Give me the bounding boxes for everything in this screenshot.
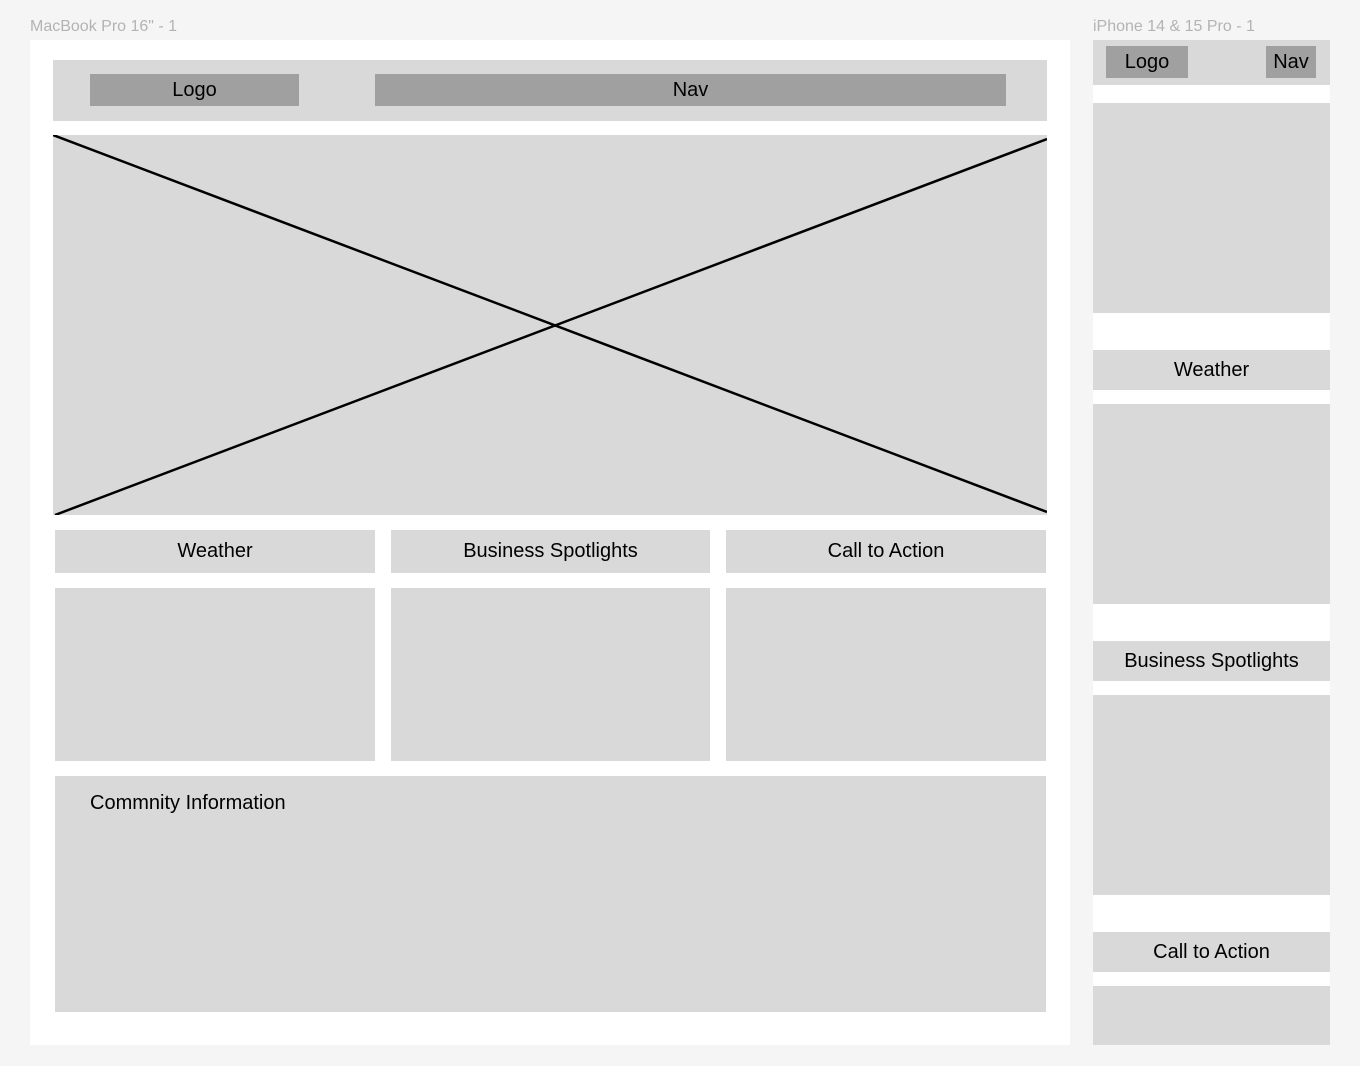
desktop-frame: Logo Nav Weather Business Spotlights Cal… bbox=[30, 40, 1070, 1045]
mobile-call-to-action-title: Call to Action bbox=[1093, 932, 1330, 972]
mobile-nav[interactable]: Nav bbox=[1266, 46, 1316, 78]
desktop-logo[interactable]: Logo bbox=[90, 74, 299, 106]
mobile-business-spotlights-content bbox=[1093, 695, 1330, 895]
desktop-nav[interactable]: Nav bbox=[375, 74, 1006, 106]
mobile-frame-title: iPhone 14 & 15 Pro - 1 bbox=[1093, 18, 1255, 35]
desktop-business-spotlights-title: Business Spotlights bbox=[391, 530, 710, 573]
desktop-weather-title: Weather bbox=[55, 530, 375, 573]
mobile-hero-image-placeholder bbox=[1093, 103, 1330, 313]
mobile-call-to-action-content bbox=[1093, 986, 1330, 1045]
mobile-business-spotlights-title: Business Spotlights bbox=[1093, 641, 1330, 681]
mobile-frame: Logo Nav Weather Business Spotlights Cal… bbox=[1093, 40, 1330, 1045]
desktop-business-spotlights-content bbox=[391, 588, 710, 761]
mobile-weather-title: Weather bbox=[1093, 350, 1330, 390]
desktop-call-to-action-title: Call to Action bbox=[726, 530, 1046, 573]
image-placeholder-cross-icon bbox=[53, 135, 1047, 515]
desktop-header: Logo Nav bbox=[53, 60, 1047, 121]
desktop-call-to-action-content bbox=[726, 588, 1046, 761]
desktop-community-information: Commnity Information bbox=[55, 776, 1046, 1012]
mobile-header: Logo Nav bbox=[1093, 40, 1330, 85]
desktop-frame-title: MacBook Pro 16" - 1 bbox=[30, 18, 178, 35]
desktop-weather-content bbox=[55, 588, 375, 761]
community-information-title: Commnity Information bbox=[90, 792, 286, 814]
mobile-logo[interactable]: Logo bbox=[1106, 46, 1188, 78]
desktop-hero-image-placeholder bbox=[53, 135, 1047, 515]
mobile-weather-content bbox=[1093, 404, 1330, 604]
